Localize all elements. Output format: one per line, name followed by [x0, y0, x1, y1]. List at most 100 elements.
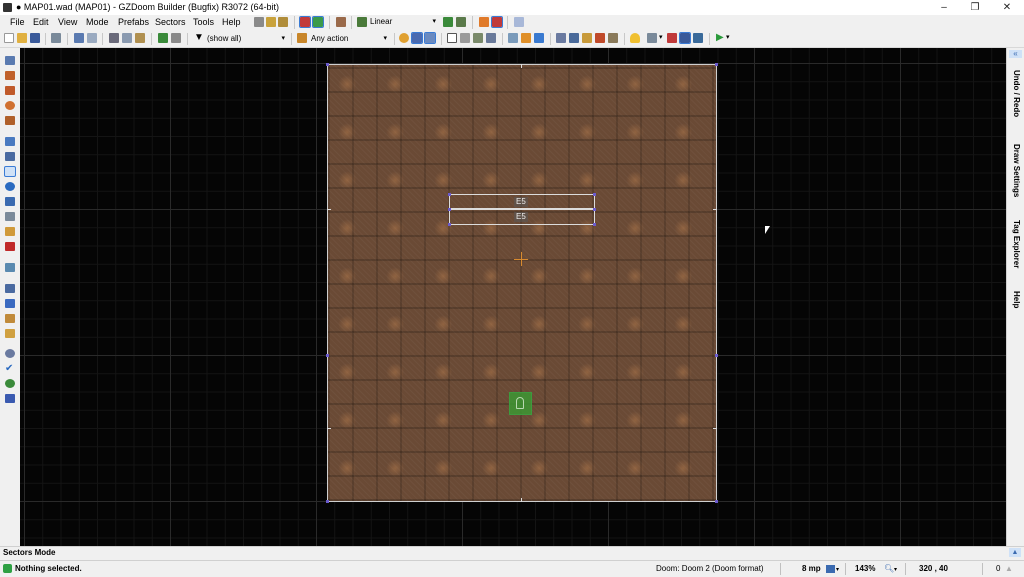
vertex[interactable] [715, 500, 718, 503]
open-map-icon[interactable] [17, 33, 27, 43]
map-image-icon[interactable] [5, 394, 15, 403]
effects-icon[interactable] [595, 33, 605, 43]
snap-icon[interactable] [5, 314, 15, 323]
sound-environment-icon[interactable] [5, 227, 15, 236]
view-brightness-mode-icon[interactable] [460, 33, 470, 43]
chevron-down-icon[interactable]: ▾ [894, 566, 897, 573]
snap-to-grid-icon[interactable] [411, 32, 423, 44]
sector-floor[interactable] [327, 64, 717, 502]
insert-prefab-icon[interactable] [158, 33, 168, 43]
fullbright-icon[interactable] [443, 17, 453, 27]
auto-merge-icon[interactable] [424, 32, 436, 44]
sector-info-icon[interactable] [556, 33, 566, 43]
expand-info-panel-icon[interactable]: ▲ [1009, 548, 1021, 557]
dynamic-lights-icon[interactable] [456, 17, 466, 27]
texture-filter-dropdown[interactable]: Linear ▾ [370, 16, 438, 28]
map-analysis-icon[interactable] [51, 33, 61, 43]
vertex[interactable] [326, 354, 329, 357]
maximize-button[interactable]: ❐ [960, 0, 990, 15]
show-heights-icon[interactable] [667, 33, 677, 43]
make-sectors-icon[interactable] [5, 212, 15, 221]
sky-icon[interactable] [514, 17, 524, 27]
undo-icon[interactable] [74, 33, 84, 43]
view-floors-icon[interactable] [473, 33, 483, 43]
visual-mode-icon[interactable] [5, 197, 15, 206]
terrain-icon[interactable] [5, 284, 15, 293]
copy-icon[interactable] [122, 33, 132, 43]
draw-lines-icon[interactable] [5, 56, 15, 65]
draw-ellipse-icon[interactable] [5, 101, 15, 110]
prefab-icon[interactable] [171, 33, 181, 43]
vertex[interactable] [715, 354, 718, 357]
texture-icon[interactable] [5, 329, 15, 338]
draw-curve-icon[interactable] [5, 71, 15, 80]
vertex[interactable] [593, 208, 596, 211]
app-icon[interactable] [3, 3, 12, 12]
vertex[interactable] [715, 63, 718, 66]
linedef-info-icon[interactable] [569, 33, 579, 43]
geometry-merge-replace-icon[interactable] [534, 33, 544, 43]
lightbulb-icon[interactable] [630, 33, 640, 43]
tab-draw-settings[interactable]: Draw Settings [1009, 144, 1023, 204]
draw-rectangle-icon[interactable] [5, 86, 15, 95]
test-map-icon[interactable] [299, 16, 311, 28]
draw-grid-icon[interactable] [5, 116, 15, 125]
vertices-mode-icon[interactable] [5, 137, 15, 146]
thing-info-icon[interactable] [582, 33, 592, 43]
new-map-icon[interactable] [4, 33, 14, 43]
menu-tools[interactable]: Tools [193, 17, 214, 27]
chevron-down-icon[interactable]: ▾ [726, 33, 736, 43]
menu-view[interactable]: View [58, 17, 77, 27]
play-icon[interactable]: ▶ [716, 33, 726, 43]
menu-help[interactable]: Help [222, 17, 241, 27]
game-config-icon[interactable] [278, 17, 288, 27]
vertex[interactable] [448, 208, 451, 211]
warning-icon[interactable]: ▲ [1005, 564, 1013, 573]
check-icon[interactable]: ✔ [5, 364, 15, 374]
paste-icon[interactable] [135, 33, 145, 43]
chevron-down-icon[interactable]: ▾ [836, 566, 839, 573]
action-filter-dropdown[interactable]: Any action ▾ [311, 33, 389, 45]
dock-collapse-icon[interactable]: « [1009, 50, 1022, 58]
close-button[interactable]: ✕ [992, 0, 1022, 15]
menu-sectors[interactable]: Sectors [155, 17, 186, 27]
cut-icon[interactable] [109, 33, 119, 43]
menu-prefabs[interactable]: Prefabs [118, 17, 149, 27]
view-brightness-icon[interactable] [399, 33, 409, 43]
player-start-thing[interactable] [509, 392, 532, 415]
color-picker-icon[interactable] [5, 379, 15, 388]
comments-icon[interactable] [608, 33, 618, 43]
grid-icon[interactable] [826, 565, 835, 573]
show-event-lines-icon[interactable] [679, 32, 691, 44]
error-check-icon[interactable] [5, 263, 15, 272]
things-mode-icon[interactable] [5, 182, 15, 191]
find-icon[interactable] [5, 349, 15, 358]
script-editor-icon[interactable] [254, 17, 264, 27]
vertex[interactable] [448, 193, 451, 196]
redo-icon[interactable] [87, 33, 97, 43]
geometry-merge-icon[interactable] [508, 33, 518, 43]
sectors-mode-icon[interactable] [4, 166, 16, 177]
vertex[interactable] [593, 193, 596, 196]
menu-edit[interactable]: Edit [33, 17, 49, 27]
map-canvas[interactable]: E5 E5 [20, 48, 1006, 546]
tab-help[interactable]: Help [1009, 291, 1023, 311]
show-anchor-icon[interactable] [693, 33, 703, 43]
menu-file[interactable]: File [10, 17, 25, 27]
vertex[interactable] [448, 223, 451, 226]
view-wireframe-icon[interactable] [447, 33, 457, 43]
linedefs-mode-icon[interactable] [5, 152, 15, 161]
vertex[interactable] [593, 223, 596, 226]
save-map-icon[interactable] [30, 33, 40, 43]
map-options-icon[interactable] [266, 17, 276, 27]
sound-propagation-icon[interactable] [5, 242, 15, 251]
view-options-icon[interactable] [647, 33, 657, 43]
view-ceilings-icon[interactable] [486, 33, 496, 43]
bridge-icon[interactable] [5, 299, 15, 308]
test-map-monsters-icon[interactable] [312, 16, 324, 28]
tab-undo-redo[interactable]: Undo / Redo [1009, 70, 1023, 130]
menu-mode[interactable]: Mode [86, 17, 109, 27]
things-filter-dropdown[interactable]: (show all) ▾ [207, 33, 287, 45]
minimize-button[interactable]: – [929, 0, 959, 15]
fog-icon[interactable] [491, 16, 503, 28]
